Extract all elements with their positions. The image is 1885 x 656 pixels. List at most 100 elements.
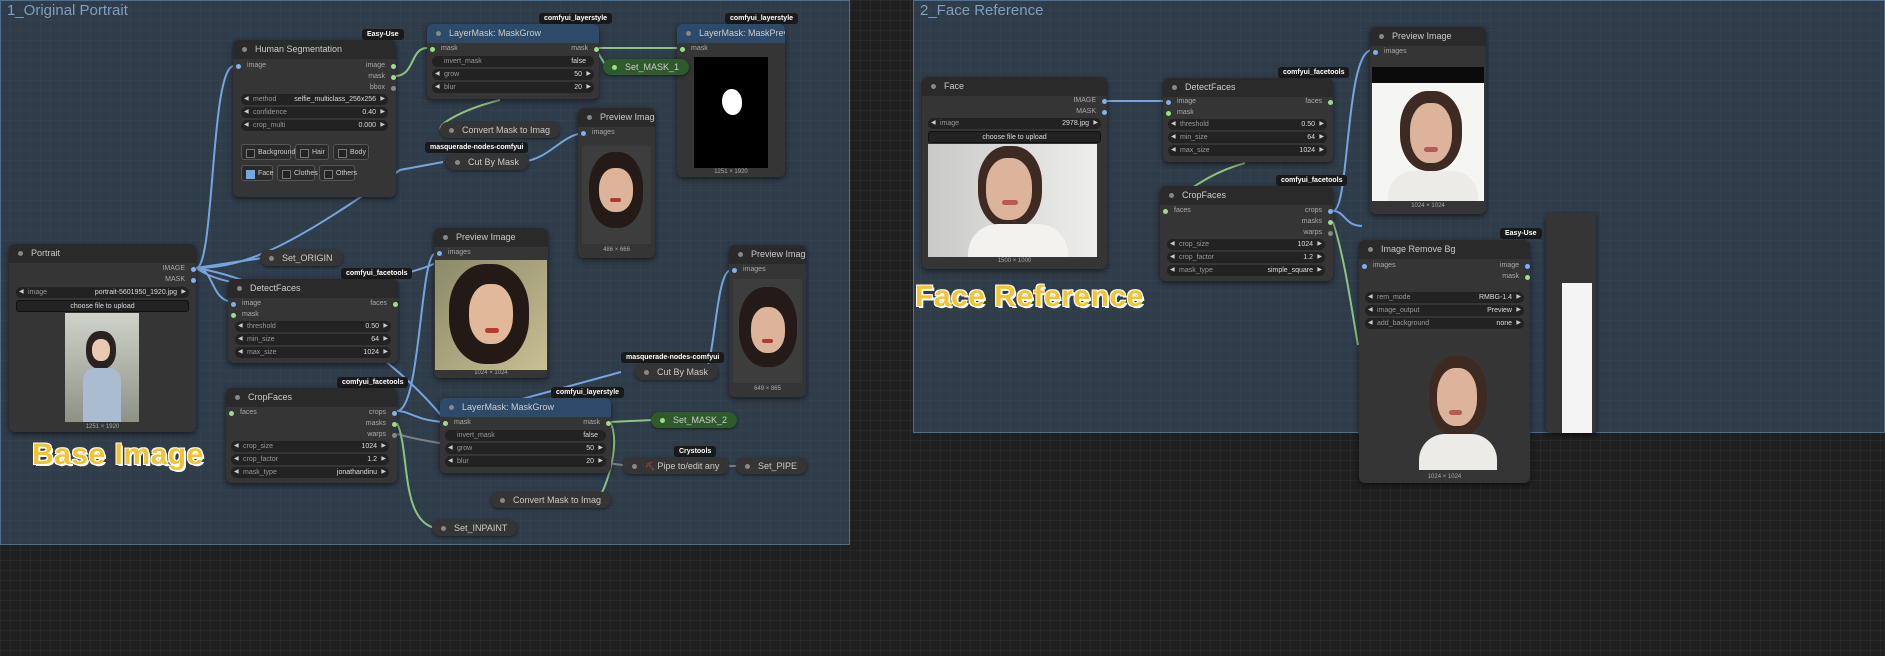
input-images[interactable]: images (437, 249, 471, 256)
output-warps[interactable]: warps (1303, 229, 1333, 236)
output-mask[interactable]: mask (571, 45, 599, 52)
input-image[interactable]: image (1166, 98, 1196, 105)
crop-factor-field[interactable]: crop_factor1.2 (1167, 252, 1325, 263)
detect-faces-node-1[interactable]: DetectFaces image mask faces threshold0.… (228, 279, 398, 363)
class-checkbox-face[interactable]: Face (241, 165, 274, 181)
image-select[interactable]: imageportrait-5601950_1920.jpg (16, 287, 189, 298)
input-images[interactable]: images (1373, 48, 1407, 55)
cut-by-mask-node-1[interactable]: Cut By Mask (446, 154, 530, 170)
output-faces[interactable]: faces (1305, 98, 1333, 105)
face-image (928, 144, 1097, 257)
upload-button[interactable]: choose file to upload (928, 131, 1101, 143)
output-mask[interactable]: MASK (1076, 108, 1107, 115)
output-mask[interactable]: mask (583, 419, 611, 426)
max-size-field[interactable]: max_size1024 (1168, 145, 1327, 156)
blur-field[interactable]: blur20 (432, 82, 594, 93)
class-checkbox-clothes[interactable]: Clothes (277, 165, 318, 181)
crop-size-field[interactable]: crop_size1024 (231, 441, 389, 452)
threshold-field[interactable]: threshold0.50 (1168, 119, 1327, 130)
preview-image (1419, 352, 1497, 474)
image-output-select[interactable]: image_outputPreview (1365, 305, 1524, 316)
output-mask[interactable]: mask (1502, 273, 1530, 280)
method-select[interactable]: methodselfie_multiclass_256x256 (241, 94, 388, 105)
output-faces[interactable]: faces (370, 300, 398, 307)
input-images[interactable]: images (1362, 262, 1396, 269)
input-images[interactable]: images (581, 129, 615, 136)
input-image[interactable]: image (231, 300, 261, 307)
set-pipe-node[interactable]: Set_PIPE (736, 458, 808, 474)
preview-image-node-3[interactable]: Preview Image images 649 × 865 (729, 245, 806, 397)
pipe-edit-node[interactable]: ⛏ Pipe to/edit any (623, 458, 730, 474)
output-image[interactable]: IMAGE (162, 265, 196, 272)
output-masks[interactable]: masks (1302, 218, 1334, 225)
class-checkbox-body[interactable]: Body (333, 144, 369, 160)
output-mask[interactable]: mask (368, 73, 396, 80)
input-mask[interactable]: mask (1166, 109, 1194, 116)
offscreen-node[interactable] (1546, 213, 1596, 433)
output-warps[interactable]: warps (367, 431, 397, 438)
output-image[interactable]: image (366, 62, 397, 69)
pipe-edit-icon: ⛏ (645, 462, 658, 471)
node-title: Preview Image (1370, 27, 1486, 46)
preview-image-node-4[interactable]: Preview Image images 1024 × 1024 (1370, 27, 1486, 214)
crop-faces-node-1[interactable]: CropFaces faces crops masks warps crop_s… (226, 388, 398, 483)
detect-faces-node-2[interactable]: DetectFaces image mask faces threshold0.… (1163, 78, 1333, 162)
input-faces[interactable]: faces (229, 409, 257, 416)
input-mask[interactable]: mask (231, 311, 259, 318)
invert-mask-toggle[interactable]: invert_mask false (445, 430, 606, 441)
cut-by-mask-node-2[interactable]: Cut By Mask (635, 364, 719, 380)
min-size-field[interactable]: min_size64 (235, 334, 391, 345)
upload-button[interactable]: choose file to upload (16, 300, 189, 312)
set-mask-2-node[interactable]: Set_MASK_2 (651, 412, 738, 428)
mask-grow-node-2[interactable]: LayerMask: MaskGrow mask mask invert_mas… (440, 398, 611, 473)
input-image[interactable]: image (236, 62, 266, 69)
node-title: Preview Image (434, 228, 548, 247)
blur-field[interactable]: blur20 (445, 456, 606, 467)
output-image[interactable]: IMAGE (1073, 97, 1107, 104)
confidence-field[interactable]: confidence0.40 (241, 107, 388, 118)
convert-mask-node-2[interactable]: Convert Mask to Imag (491, 492, 612, 508)
mask-type-select[interactable]: mask_typejonathandinu (231, 467, 389, 478)
preview-image-node-2[interactable]: Preview Image images 1024 × 1024 (434, 228, 548, 378)
class-checkbox-background[interactable]: Background (241, 144, 295, 160)
output-crops[interactable]: crops (369, 409, 398, 416)
mask-preview-node[interactable]: LayerMask: MaskPreview mask 1251 × 1920 (677, 24, 785, 177)
max-size-field[interactable]: max_size1024 (235, 347, 391, 358)
input-images[interactable]: images (732, 266, 766, 273)
set-origin-node[interactable]: Set_ORIGIN (260, 250, 343, 266)
rem-mode-select[interactable]: rem_modeRMBG-1.4 (1365, 292, 1524, 303)
input-mask[interactable]: mask (430, 45, 458, 52)
min-size-field[interactable]: min_size64 (1168, 132, 1327, 143)
set-mask-1-node[interactable]: Set_MASK_1 (603, 59, 690, 75)
crop-multi-field[interactable]: crop_multi0.000 (241, 120, 388, 131)
input-mask[interactable]: mask (680, 45, 708, 52)
image-select[interactable]: image2978.jpg (928, 118, 1101, 129)
grow-field[interactable]: grow50 (432, 69, 594, 80)
invert-mask-toggle[interactable]: invert_mask false (432, 56, 594, 67)
class-checkbox-hair[interactable]: Hair (295, 144, 329, 160)
add-background-select[interactable]: add_backgroundnone (1365, 318, 1524, 329)
input-mask[interactable]: mask (443, 419, 471, 426)
convert-mask-node-1[interactable]: Convert Mask to Imag (440, 122, 561, 138)
class-checkbox-others[interactable]: Others (319, 165, 357, 181)
input-faces[interactable]: faces (1163, 207, 1191, 214)
node-title: LayerMask: MaskGrow (440, 398, 611, 417)
image-remove-bg-node[interactable]: Image Remove Bg images image mask rem_mo… (1359, 240, 1531, 483)
output-crops[interactable]: crops (1305, 207, 1334, 214)
crop-faces-node-2[interactable]: CropFaces faces crops masks warps crop_s… (1160, 186, 1334, 281)
threshold-field[interactable]: threshold0.50 (235, 321, 391, 332)
set-inpaint-node[interactable]: Set_INPAINT (432, 520, 518, 536)
output-image[interactable]: image (1500, 262, 1531, 269)
output-mask[interactable]: MASK (165, 276, 196, 283)
portrait-node[interactable]: Portrait IMAGE MASK imageportrait-560195… (9, 244, 196, 432)
crop-factor-field[interactable]: crop_factor1.2 (231, 454, 389, 465)
output-masks[interactable]: masks (366, 420, 398, 427)
preview-image-node-1[interactable]: Preview Image images 486 × 666 (578, 108, 655, 258)
face-node[interactable]: Face IMAGE MASK image2978.jpg choose fil… (922, 77, 1107, 269)
grow-field[interactable]: grow50 (445, 443, 606, 454)
mask-grow-node-1[interactable]: LayerMask: MaskGrow mask mask invert_mas… (427, 24, 599, 99)
mask-type-select[interactable]: mask_typesimple_square (1167, 265, 1325, 276)
crop-size-field[interactable]: crop_size1024 (1167, 239, 1325, 250)
output-bbox[interactable]: bbox (370, 84, 397, 91)
human-segmentation-node[interactable]: Human Segmentation image image mask bbox… (233, 40, 397, 197)
